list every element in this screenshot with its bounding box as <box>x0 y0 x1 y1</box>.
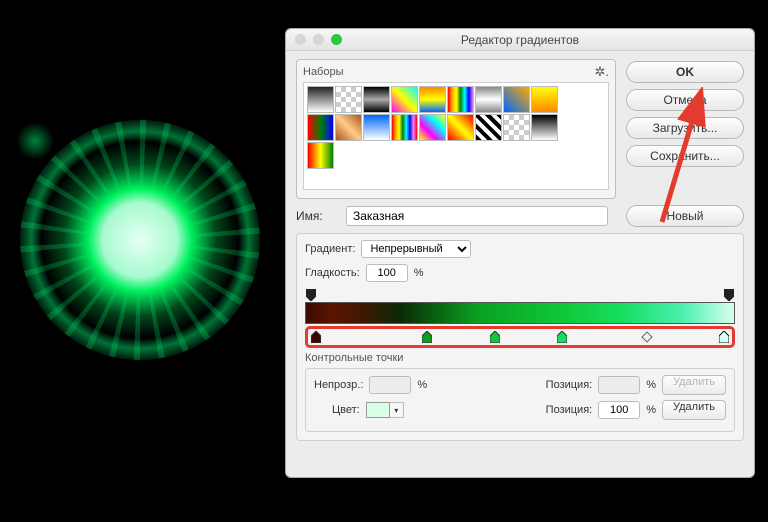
preset-swatch[interactable] <box>419 86 446 113</box>
preset-swatch[interactable] <box>363 114 390 141</box>
color-pos-unit: % <box>646 404 656 416</box>
load-button[interactable]: Загрузить... <box>626 117 744 139</box>
midpoint-diamond[interactable] <box>642 331 653 342</box>
gradient-section: Градиент: Непрерывный Гладкость: % <box>296 233 744 441</box>
color-pos-input[interactable] <box>598 401 640 419</box>
preset-swatch[interactable] <box>307 86 334 113</box>
cancel-button[interactable]: Отмена <box>626 89 744 111</box>
preset-swatch[interactable] <box>447 86 474 113</box>
preset-swatch[interactable] <box>335 114 362 141</box>
gear-icon[interactable]: ✲. <box>594 64 609 80</box>
smoothness-input[interactable] <box>366 264 408 282</box>
color-stop[interactable] <box>557 331 567 343</box>
presets-label: Наборы <box>303 66 344 78</box>
color-swatch[interactable] <box>366 402 390 418</box>
color-stops-highlight <box>305 326 735 348</box>
color-stop[interactable] <box>422 331 432 343</box>
lens-flare-preview <box>20 120 260 360</box>
smoothness-unit: % <box>414 267 424 279</box>
stops-title: Контрольные точки <box>305 352 735 364</box>
preset-swatch[interactable] <box>475 114 502 141</box>
preset-swatch[interactable] <box>531 114 558 141</box>
name-label: Имя: <box>296 209 338 223</box>
window-title: Редактор градиентов <box>286 33 754 47</box>
preset-swatch[interactable] <box>419 114 446 141</box>
gradient-preview-bar[interactable] <box>305 302 735 324</box>
name-input[interactable] <box>346 206 608 226</box>
presets-grid[interactable] <box>303 82 609 190</box>
titlebar: Редактор градиентов <box>286 29 754 51</box>
preset-swatch[interactable] <box>531 86 558 113</box>
color-delete-button[interactable]: Удалить <box>662 400 726 420</box>
color-pos-label: Позиция: <box>546 404 593 416</box>
opacity-pos-input <box>598 376 640 394</box>
preset-swatch[interactable] <box>335 86 362 113</box>
preset-swatch[interactable] <box>307 142 334 169</box>
chevron-down-icon[interactable]: ▾ <box>390 402 404 418</box>
gradient-editor-strip[interactable] <box>305 288 735 348</box>
smoothness-label: Гладкость: <box>305 267 360 279</box>
opacity-stop[interactable] <box>306 289 316 301</box>
preset-swatch[interactable] <box>391 86 418 113</box>
color-stop[interactable] <box>490 331 500 343</box>
opacity-input <box>369 376 411 394</box>
ok-button[interactable]: OK <box>626 61 744 83</box>
color-stop[interactable] <box>311 331 321 343</box>
opacity-pos-unit: % <box>646 379 656 391</box>
gradient-type-select[interactable]: Непрерывный <box>361 240 471 258</box>
save-button[interactable]: Сохранить... <box>626 145 744 167</box>
preset-swatch[interactable] <box>307 114 334 141</box>
opacity-delete-button: Удалить <box>662 375 726 395</box>
preset-swatch[interactable] <box>447 114 474 141</box>
opacity-stop[interactable] <box>724 289 734 301</box>
presets-panel: Наборы ✲. <box>296 59 616 199</box>
preset-swatch[interactable] <box>503 114 530 141</box>
stops-controls: Непрозр.: % Позиция: % Удалить Цвет: ▾ <box>305 368 735 432</box>
color-label: Цвет: <box>332 404 360 416</box>
preset-swatch[interactable] <box>475 86 502 113</box>
opacity-label: Непрозр.: <box>314 379 363 391</box>
preset-swatch[interactable] <box>391 114 418 141</box>
gradient-editor-dialog: Редактор градиентов Наборы ✲. <box>285 28 755 478</box>
opacity-unit: % <box>417 379 427 391</box>
preset-swatch[interactable] <box>503 86 530 113</box>
gradient-type-label: Градиент: <box>305 243 355 255</box>
new-button[interactable]: Новый <box>626 205 744 227</box>
preset-swatch[interactable] <box>363 86 390 113</box>
opacity-pos-label: Позиция: <box>546 379 593 391</box>
color-stop[interactable] <box>719 331 729 343</box>
